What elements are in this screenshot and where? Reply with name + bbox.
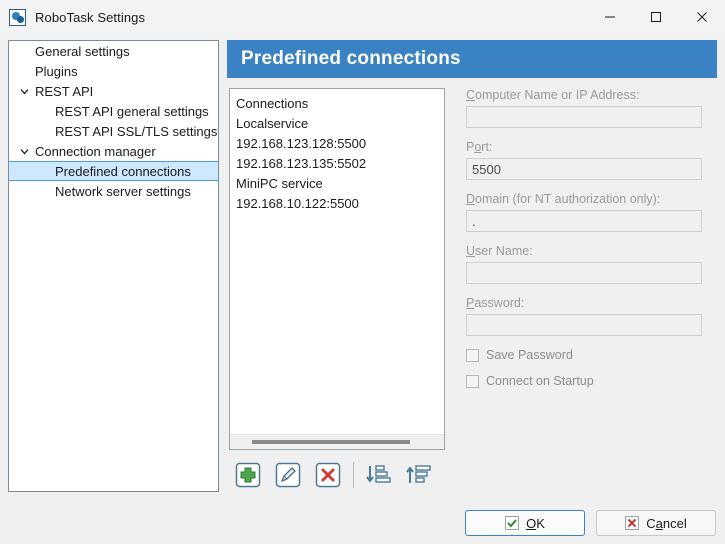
add-connection-button[interactable] [231,458,265,492]
sidebar-item-connection-manager[interactable]: Connection manager [9,141,218,161]
scrollbar-thumb[interactable] [252,440,410,444]
sidebar-item-predefined-connections[interactable]: Predefined connections [9,161,218,181]
ok-button[interactable]: OK [465,510,585,536]
connection-details-form: Computer Name or IP Address: Port: 5500 … [466,88,706,400]
chevron-down-icon[interactable] [18,81,30,101]
delete-connection-button[interactable] [311,458,345,492]
list-item[interactable]: 192.168.10.122:5500 [230,193,444,213]
sidebar-item-rest-api[interactable]: REST API [9,81,218,101]
sort-ascending-button[interactable] [401,458,435,492]
maximize-icon[interactable] [633,0,679,34]
close-icon[interactable] [679,0,725,34]
list-item-label: 192.168.10.122:5500 [236,195,359,211]
connections-toolbar [231,456,441,494]
sidebar-item-network-server-settings[interactable]: Network server settings [9,181,218,201]
toolbar-separator [353,462,354,488]
chevron-down-icon[interactable] [18,141,30,161]
save-password-checkbox[interactable]: Save Password [466,348,706,362]
dialog-buttons: OK Cancel [454,510,716,536]
page-header: Predefined connections [227,40,717,78]
sidebar-item-label: Network server settings [55,183,191,199]
domain-input[interactable]: . [466,210,702,232]
robotask-gear-icon [9,8,26,26]
ok-button-label: OK [526,515,545,531]
list-item-label: 192.168.123.128:5500 [236,135,367,151]
port-label: Port: [466,140,493,154]
user-name-label: User Name: [466,244,533,258]
list-item[interactable]: 192.168.123.135:5502 [230,153,444,173]
domain-label: Domain (for NT authorization only): [466,192,661,206]
page-title: Predefined connections [241,48,461,69]
computer-name-label: Computer Name or IP Address: [466,88,640,102]
sort-descending-button[interactable] [361,458,395,492]
connections-list[interactable]: Connections Localservice 192.168.123.128:… [229,88,445,450]
minimize-icon[interactable] [587,0,633,34]
sidebar-item-rest-api-general-settings[interactable]: REST API general settings [9,101,218,121]
sidebar-item-label: General settings [35,43,130,59]
connect-on-startup-box[interactable] [466,374,479,388]
list-item[interactable]: MiniPC service [230,173,444,193]
list-item-label: 192.168.123.135:5502 [236,155,367,171]
edit-connection-button[interactable] [271,458,305,492]
list-item-label: MiniPC service [236,175,323,191]
horizontal-scrollbar[interactable] [230,434,444,449]
cancel-button[interactable]: Cancel [596,510,716,536]
sidebar-item-label: Plugins [35,63,78,79]
sidebar-item-label: Predefined connections [55,163,191,179]
sidebar-item-label: REST API general settings [55,103,209,119]
sidebar-item-rest-api-ssl-tls-settings[interactable]: REST API SSL/TLS settings [9,121,218,141]
connections-root-label: Connections [236,95,309,111]
sidebar-item-label: Connection manager [35,143,156,159]
window-title: RoboTask Settings [35,9,146,25]
sidebar-item-general-settings[interactable]: General settings [9,41,218,61]
sidebar-item-label: REST API SSL/TLS settings [55,123,218,139]
robotask-settings-window: RoboTask Settings General settings Plugin… [0,0,725,544]
sidebar-item-plugins[interactable]: Plugins [9,61,218,81]
list-item[interactable]: 192.168.123.128:5500 [230,133,444,153]
computer-name-input[interactable] [466,106,702,128]
cancel-button-label: Cancel [646,515,687,531]
red-x-icon [625,516,640,530]
password-input[interactable] [466,314,702,336]
connect-on-startup-checkbox[interactable]: Connect on Startup [466,374,706,388]
port-input[interactable]: 5500 [466,158,702,180]
green-check-icon [505,516,520,530]
sidebar-item-label: REST API [35,83,94,99]
save-password-label: Save Password [486,348,573,362]
settings-tree[interactable]: General settings Plugins REST API REST API … [8,40,219,492]
user-name-input[interactable] [466,262,702,284]
list-item[interactable]: Localservice [230,113,444,133]
window-controls [587,0,725,34]
list-item-label: Localservice [236,115,309,131]
connect-on-startup-label: Connect on Startup [486,374,594,388]
save-password-box[interactable] [466,348,479,362]
password-label: Password: [466,296,525,310]
title-bar: RoboTask Settings [0,0,725,34]
